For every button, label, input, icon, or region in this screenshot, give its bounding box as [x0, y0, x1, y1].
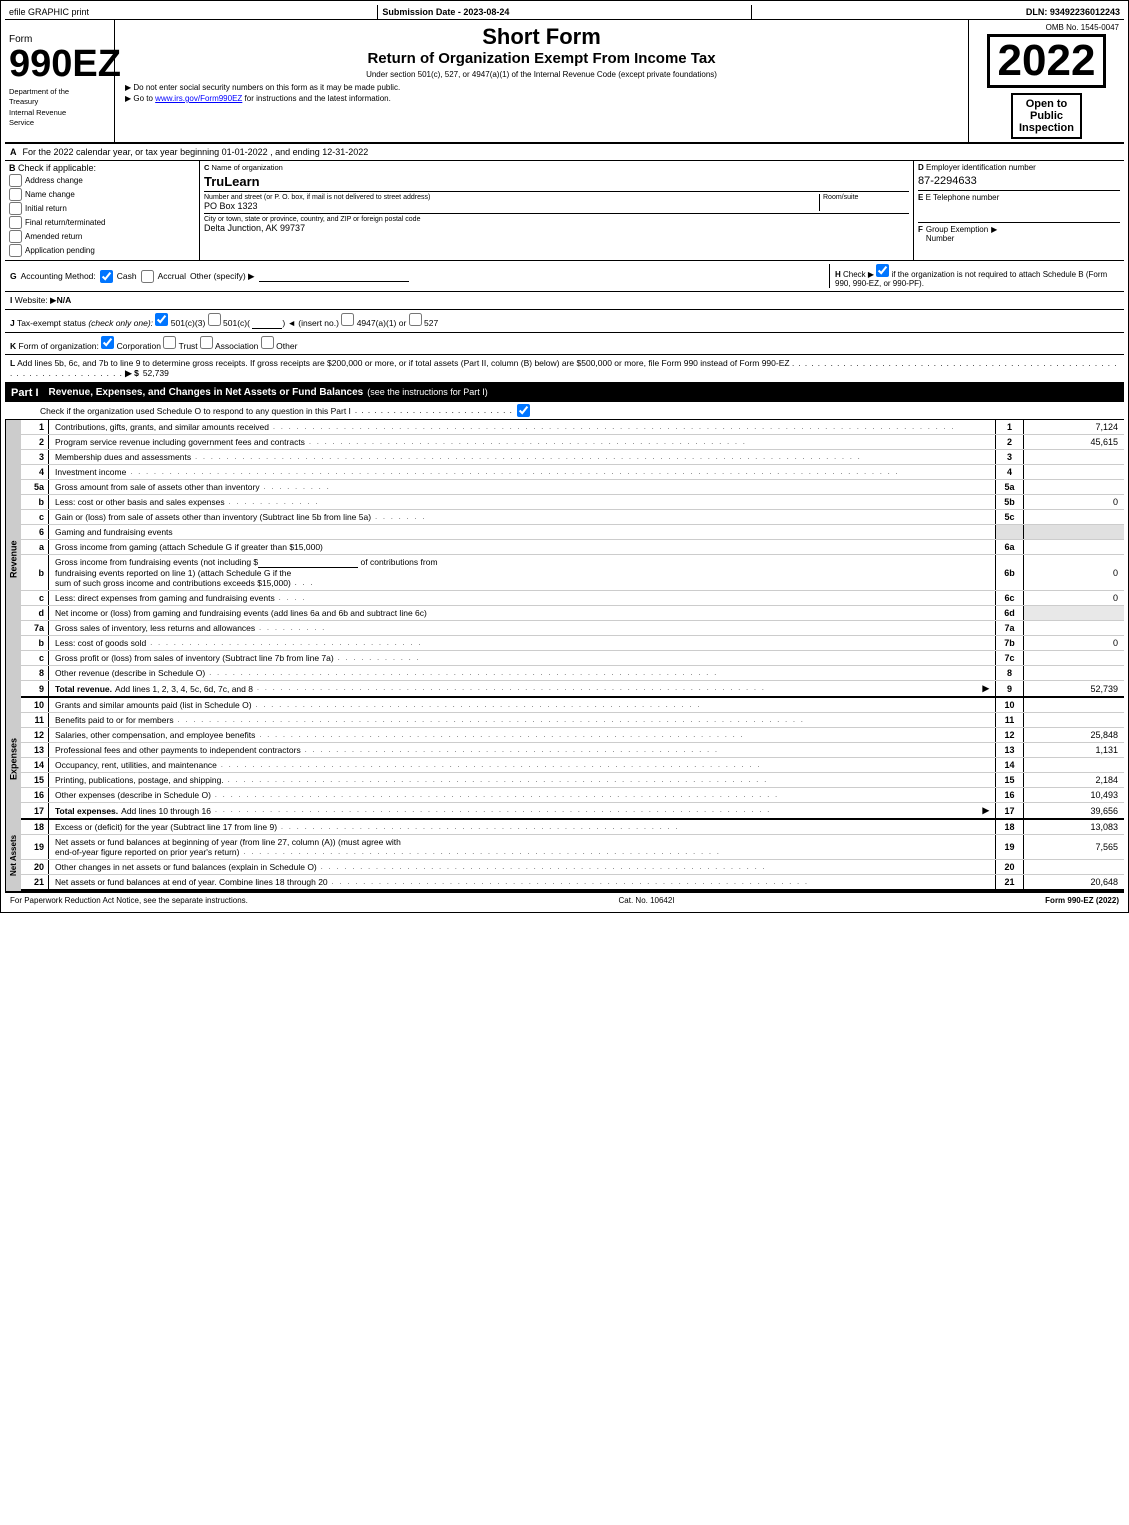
- l-amount: 52,739: [143, 368, 169, 378]
- table-row: c Less: direct expenses from gaming and …: [21, 591, 1124, 606]
- cc-checkbox[interactable]: [208, 313, 221, 326]
- initial-return-check[interactable]: Initial return: [9, 202, 195, 215]
- table-row: 4 Investment income . . . . . . . . . . …: [21, 465, 1124, 480]
- section-k: K Form of organization: Corporation Trus…: [5, 333, 1124, 355]
- table-row: 10 Grants and similar amounts paid (list…: [21, 698, 1124, 713]
- year-display: 2022: [987, 34, 1107, 88]
- name-change-checkbox[interactable]: [9, 188, 22, 201]
- table-row: b Less: cost or other basis and sales ex…: [21, 495, 1124, 510]
- table-row: d Net income or (loss) from gaming and f…: [21, 606, 1124, 621]
- table-row: 13 Professional fees and other payments …: [21, 743, 1124, 758]
- omb-number: OMB No. 1545-0047: [1046, 23, 1119, 32]
- table-row: b Less: cost of goods sold . . . . . . .…: [21, 636, 1124, 651]
- table-row: 7a Gross sales of inventory, less return…: [21, 621, 1124, 636]
- application-pending-checkbox[interactable]: [9, 244, 22, 257]
- table-row: 12 Salaries, other compensation, and emp…: [21, 728, 1124, 743]
- c4947-checkbox[interactable]: [341, 313, 354, 326]
- return-title: Return of Organization Exempt From Incom…: [125, 50, 958, 67]
- revenue-side-label: Revenue: [5, 420, 21, 698]
- street-address: PO Box 1323: [204, 201, 815, 211]
- section-b: B Check if applicable: Address change Na…: [5, 161, 200, 260]
- final-return-check[interactable]: Final return/terminated: [9, 216, 195, 229]
- paperwork-notice: For Paperwork Reduction Act Notice, see …: [10, 896, 248, 905]
- table-row: c Gain or (loss) from sale of assets oth…: [21, 510, 1124, 525]
- table-row: 14 Occupancy, rent, utilities, and maint…: [21, 758, 1124, 773]
- revenue-section: Revenue 1 Contributions, gifts, grants, …: [5, 420, 1124, 698]
- other-k-checkbox[interactable]: [261, 336, 274, 349]
- short-form-title: Short Form: [125, 24, 958, 50]
- form-reference: Form 990-EZ (2022): [1045, 896, 1119, 905]
- table-row: c Gross profit or (loss) from sales of i…: [21, 651, 1124, 666]
- expenses-side-label: Expenses: [5, 698, 21, 820]
- table-row: 1 Contributions, gifts, grants, and simi…: [21, 420, 1124, 435]
- form-number: 990EZ: [9, 45, 110, 83]
- section-g: G Accounting Method: Cash Accrual Other …: [5, 261, 1124, 292]
- expenses-section: Expenses 10 Grants and similar amounts p…: [5, 698, 1124, 820]
- org-name: TruLearn: [204, 174, 909, 189]
- table-row: a Gross income from gaming (attach Sched…: [21, 540, 1124, 555]
- net-assets-side-label: Net Assets: [5, 820, 21, 891]
- name-change-check[interactable]: Name change: [9, 188, 195, 201]
- section-i: I Website: ▶N/A: [5, 292, 1124, 310]
- trust-checkbox[interactable]: [163, 336, 176, 349]
- table-row: 17 Total expenses. Add lines 10 through …: [21, 803, 1124, 820]
- section-l: L Add lines 5b, 6c, and 7b to line 9 to …: [5, 355, 1124, 384]
- application-pending-check[interactable]: Application pending: [9, 244, 195, 257]
- table-row: 16 Other expenses (describe in Schedule …: [21, 788, 1124, 803]
- table-row: 11 Benefits paid to or for members . . .…: [21, 713, 1124, 728]
- table-row: 2 Program service revenue including gove…: [21, 435, 1124, 450]
- table-row: 9 Total revenue. Add lines 1, 2, 3, 4, 5…: [21, 681, 1124, 698]
- under-section-text: Under section 501(c), 527, or 4947(a)(1)…: [125, 70, 958, 79]
- address-change-check[interactable]: Address change: [9, 174, 195, 187]
- table-row: b Gross income from fundraising events (…: [21, 555, 1124, 591]
- c527-checkbox[interactable]: [409, 313, 422, 326]
- final-return-checkbox[interactable]: [9, 216, 22, 229]
- dept-info: Department of the Treasury Internal Reve…: [9, 87, 110, 129]
- section-a: A For the 2022 calendar year, or tax yea…: [5, 144, 1124, 161]
- table-row: 19 Net assets or fund balances at beginn…: [21, 835, 1124, 860]
- accrual-checkbox[interactable]: [141, 270, 154, 283]
- form-page: efile GRAPHIC print Submission Date - 20…: [0, 0, 1129, 913]
- schedule-b-checkbox[interactable]: [876, 264, 889, 277]
- ein-display: 87-2294633: [918, 175, 1120, 187]
- section-c: C Name of organization TruLearn Number a…: [200, 161, 914, 260]
- efile-label: efile GRAPHIC print: [5, 5, 378, 19]
- table-row: 20 Other changes in net assets or fund b…: [21, 860, 1124, 875]
- table-row: 6 Gaming and fundraising events: [21, 525, 1124, 540]
- cat-number: Cat. No. 10642I: [619, 896, 675, 905]
- cash-checkbox[interactable]: [100, 270, 113, 283]
- assoc-checkbox[interactable]: [200, 336, 213, 349]
- open-inspection-box: Open to Public Inspection: [1011, 93, 1082, 139]
- part1-schedule-o-checkbox[interactable]: [517, 404, 530, 417]
- corp-checkbox[interactable]: [101, 336, 114, 349]
- section-j: J Tax-exempt status (check only one): 50…: [5, 310, 1124, 333]
- address-change-checkbox[interactable]: [9, 174, 22, 187]
- table-row: 8 Other revenue (describe in Schedule O)…: [21, 666, 1124, 681]
- table-row: 15 Printing, publications, postage, and …: [21, 773, 1124, 788]
- table-row: 3 Membership dues and assessments . . . …: [21, 450, 1124, 465]
- submission-label: Submission Date - 2023-08-24: [378, 5, 751, 19]
- net-assets-section: Net Assets 18 Excess or (deficit) for th…: [5, 820, 1124, 891]
- table-row: 18 Excess or (deficit) for the year (Sub…: [21, 820, 1124, 835]
- table-row: 21 Net assets or fund balances at end of…: [21, 875, 1124, 891]
- initial-return-checkbox[interactable]: [9, 202, 22, 215]
- page-footer: For Paperwork Reduction Act Notice, see …: [5, 891, 1124, 908]
- amended-return-checkbox[interactable]: [9, 230, 22, 243]
- city-state-zip: Delta Junction, AK 99737: [204, 223, 909, 233]
- section-d: D Employer identification number 87-2294…: [914, 161, 1124, 260]
- part1-header: Part I Revenue, Expenses, and Changes in…: [5, 384, 1124, 402]
- c3-checkbox[interactable]: [155, 313, 168, 326]
- do-not-enter-text: ▶ Do not enter social security numbers o…: [125, 83, 958, 92]
- dln-label: DLN: 93492236012243: [752, 5, 1124, 19]
- table-row: 5a Gross amount from sale of assets othe…: [21, 480, 1124, 495]
- go-to-text: ▶ Go to www.irs.gov/Form990EZ for instru…: [125, 94, 958, 103]
- part1-check-row: Check if the organization used Schedule …: [5, 402, 1124, 420]
- amended-return-check[interactable]: Amended return: [9, 230, 195, 243]
